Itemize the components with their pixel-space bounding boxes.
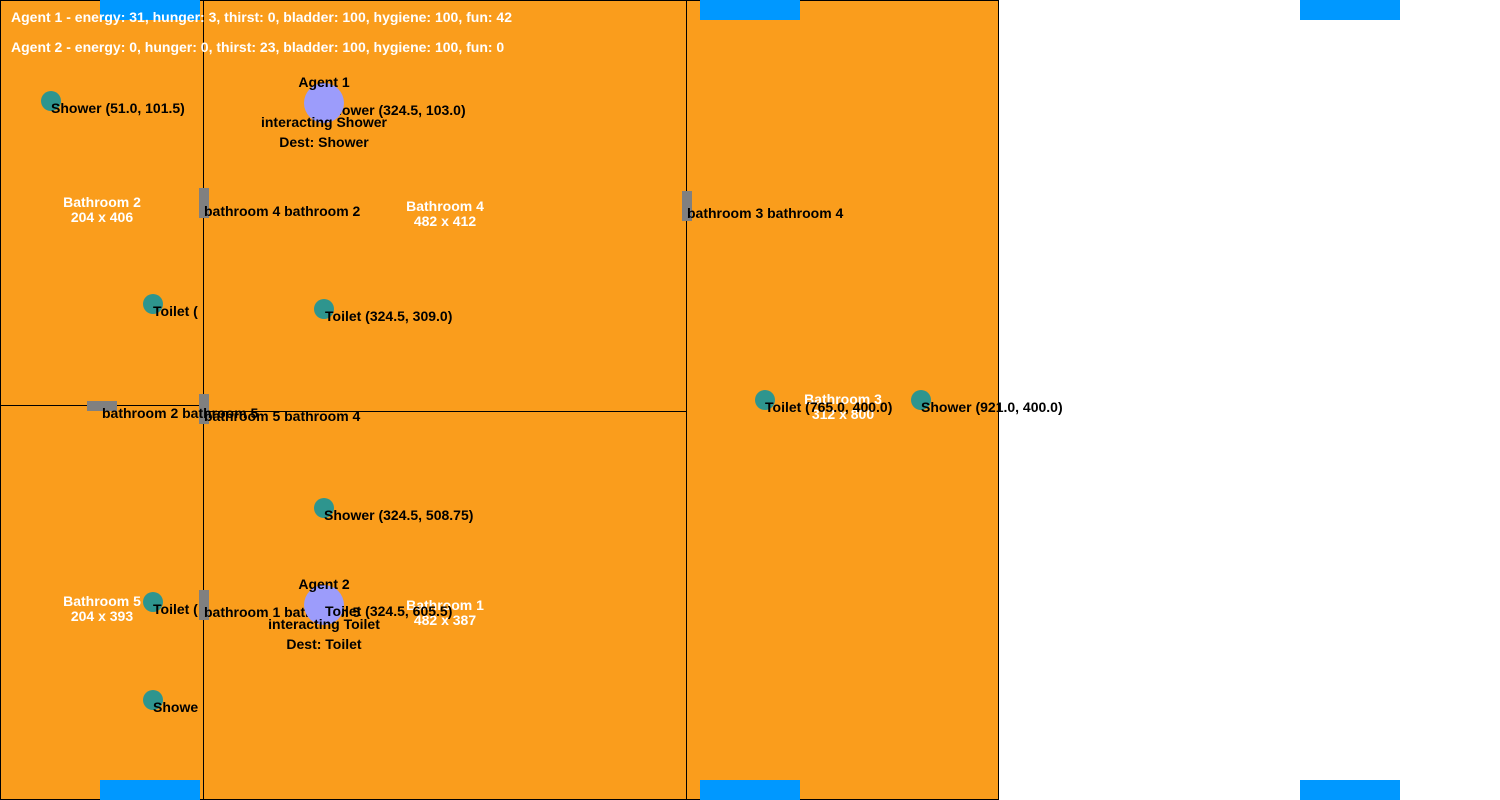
agent-destination: Dest: Shower [279,134,369,150]
room-name: Bathroom 5 [63,593,141,609]
room-label-bathroom-4: Bathroom 4 482 x 412 [406,199,484,229]
window [100,780,200,800]
agent-destination: Dest: Toilet [286,636,362,652]
door-label: bathroom 3 bathroom 4 [687,205,844,221]
agent-action: interacting Shower [260,114,388,130]
room-label-bathroom-5: Bathroom 5 204 x 393 [63,594,141,624]
shower-label: Shower (51.0, 101.5) [51,100,185,116]
window [700,780,800,800]
toilet-label: Toilet (324.5, 605.5) [325,603,453,619]
door-label: bathroom 5 bathroom 4 [204,408,361,424]
room-name: Bathroom 4 [406,198,484,214]
room-size: 482 x 412 [413,213,477,229]
agent-1-status: Agent 1 - energy: 31, hunger: 3, thirst:… [11,9,513,25]
toilet-label: Toilet (765.0, 400.0) [765,399,893,415]
agent-name: Agent 2 [298,576,350,592]
room-name: Bathroom 2 [63,194,141,210]
room-size: 204 x 406 [70,209,134,225]
door-label: bathroom 4 bathroom 2 [204,203,361,219]
toilet-label: Toilet ( [153,601,198,617]
shower-label: Shower (921.0, 400.0) [921,399,1063,415]
agent-name: Agent 1 [298,74,350,90]
toilet-label: Toilet (324.5, 309.0) [325,308,453,324]
agent-2-status: Agent 2 - energy: 0, hunger: 0, thirst: … [11,39,505,55]
room-size: 204 x 393 [70,608,134,624]
window [700,0,800,20]
window [1300,0,1400,20]
shower-label: Shower (324.5, 508.75) [324,507,474,523]
toilet-label: Toilet ( [153,303,198,319]
shower-label: Showe [153,699,199,715]
room-label-bathroom-2: Bathroom 2 204 x 406 [63,195,141,225]
window [1300,780,1400,800]
